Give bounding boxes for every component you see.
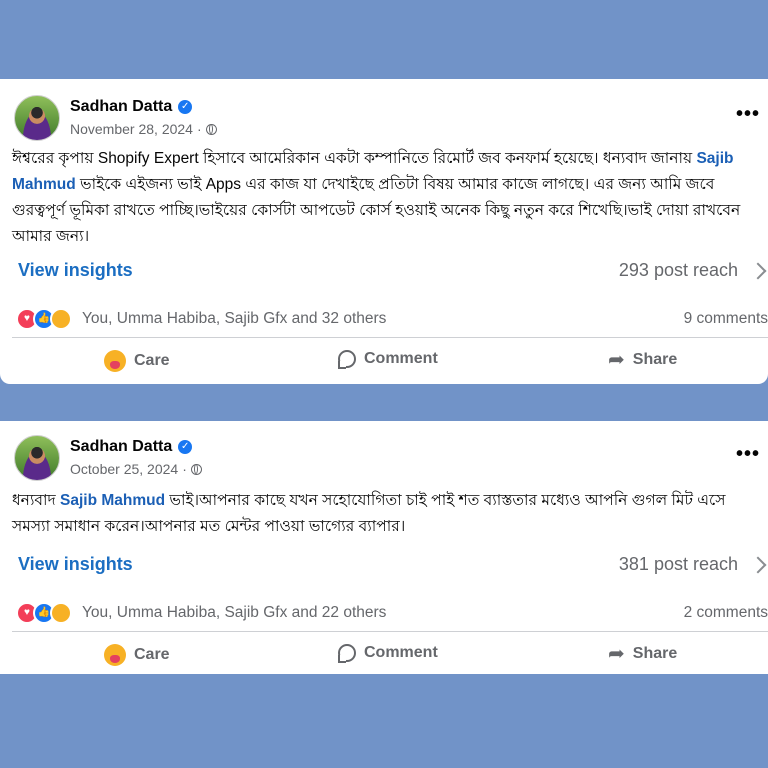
author-name[interactable]: Sadhan Datta bbox=[70, 438, 172, 456]
divider bbox=[12, 337, 768, 338]
verified-badge-icon: ✓ bbox=[178, 440, 193, 454]
share-icon: ➦ bbox=[608, 643, 625, 665]
share-button[interactable]: ➦ Share bbox=[608, 644, 677, 664]
view-insights-link[interactable]: View insights bbox=[18, 260, 133, 281]
reactors-summary[interactable]: You, Umma Habiba, Sajib Gfx and 32 other… bbox=[82, 310, 386, 328]
comments-count[interactable]: 2 comments bbox=[684, 604, 768, 622]
divider bbox=[12, 631, 768, 632]
author-name[interactable]: Sadhan Datta bbox=[70, 98, 172, 116]
more-options-icon[interactable]: ••• bbox=[736, 103, 760, 126]
care-reaction-icon bbox=[50, 602, 72, 624]
comment-icon bbox=[338, 644, 356, 663]
care-button[interactable]: Care bbox=[104, 350, 170, 372]
meta-separator: · bbox=[182, 461, 187, 477]
care-emoji-icon bbox=[104, 644, 126, 666]
avatar[interactable] bbox=[14, 95, 60, 141]
post-reach[interactable]: 293 post reach bbox=[619, 260, 738, 281]
post-card: Sadhan Datta ✓ November 28, 2024 · ••• ঈ… bbox=[0, 79, 768, 384]
avatar[interactable] bbox=[14, 435, 60, 481]
care-reaction-icon bbox=[50, 308, 72, 330]
globe-icon bbox=[190, 463, 202, 475]
share-icon: ➦ bbox=[608, 349, 625, 371]
more-options-icon[interactable]: ••• bbox=[736, 443, 760, 466]
globe-icon bbox=[205, 123, 217, 135]
post-date[interactable]: November 28, 2024 bbox=[70, 121, 193, 137]
comment-button[interactable]: Comment bbox=[338, 350, 438, 369]
chevron-right-icon[interactable] bbox=[749, 556, 767, 574]
chevron-right-icon[interactable] bbox=[749, 262, 767, 280]
mention-link[interactable]: Sajib Mahmud bbox=[60, 492, 165, 509]
verified-badge-icon: ✓ bbox=[178, 100, 193, 114]
post-date[interactable]: October 25, 2024 bbox=[70, 461, 178, 477]
reaction-icons[interactable]: ♥ 👍 bbox=[16, 308, 72, 330]
meta-separator: · bbox=[196, 121, 202, 137]
reaction-icons[interactable]: ♥ 👍 bbox=[16, 602, 72, 624]
share-button[interactable]: ➦ Share bbox=[608, 350, 677, 370]
comment-button[interactable]: Comment bbox=[338, 644, 438, 663]
post-card: Sadhan Datta ✓ October 25, 2024 · ••• ধন… bbox=[0, 421, 768, 674]
view-insights-link[interactable]: View insights bbox=[18, 554, 133, 575]
post-text: ধন্যবাদ Sajib Mahmud ভাই।আপনার কাছে যখন … bbox=[12, 492, 726, 535]
comment-icon bbox=[338, 350, 356, 369]
care-button[interactable]: Care bbox=[104, 644, 170, 666]
post-reach[interactable]: 381 post reach bbox=[619, 554, 738, 575]
reactors-summary[interactable]: You, Umma Habiba, Sajib Gfx and 22 other… bbox=[82, 604, 386, 622]
care-emoji-icon bbox=[104, 350, 126, 372]
post-text: ঈশ্বরের কৃপায় Shopify Expert হিসাবে আমে… bbox=[12, 150, 741, 245]
comments-count[interactable]: 9 comments bbox=[684, 310, 768, 328]
